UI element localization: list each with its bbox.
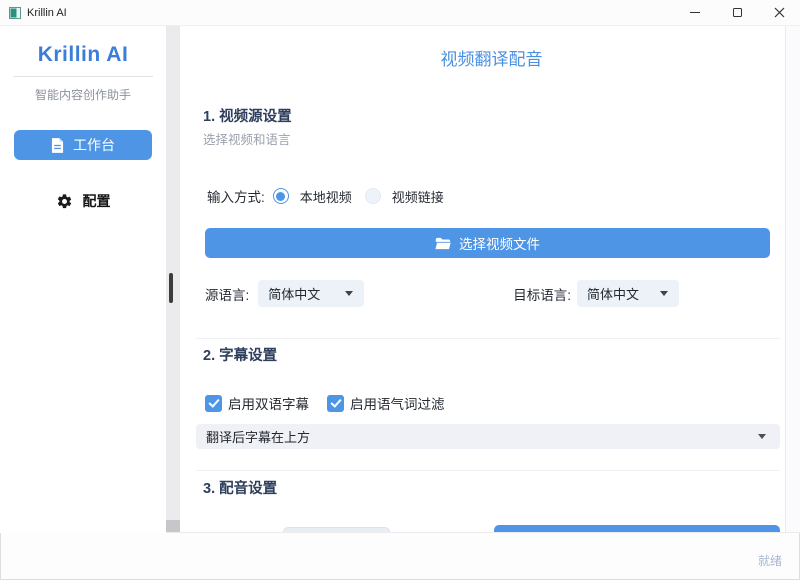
radio-label: 视频链接	[392, 187, 444, 206]
checkbox-bilingual-subtitles[interactable]: 启用双语字幕	[205, 393, 309, 413]
sidebar-item-label: 配置	[83, 191, 111, 211]
select-video-file-button[interactable]: 选择视频文件	[205, 228, 770, 258]
main-panel: 视频翻译配音 1. 视频源设置 选择视频和语言 输入方式: 本地视频 视频链接	[180, 26, 800, 533]
checkbox-checked-icon	[205, 395, 222, 412]
minimize-icon	[690, 12, 700, 13]
window-title: Krillin AI	[27, 7, 67, 19]
language-row: 源语言: 简体中文 目标语言: 简体中文	[205, 280, 780, 307]
splitter-handle[interactable]	[169, 273, 173, 303]
titlebar: Krillin AI	[0, 0, 800, 26]
sidebar-item-label: 工作台	[73, 135, 115, 155]
section2-title: 2. 字幕设置	[203, 347, 780, 366]
input-method-row: 输入方式: 本地视频 视频链接	[207, 186, 780, 206]
radio-selected-icon	[273, 188, 289, 204]
chevron-down-icon	[758, 434, 766, 439]
input-method-label: 输入方式:	[207, 186, 265, 206]
chevron-down-icon	[345, 291, 353, 296]
source-language-value: 简体中文	[268, 284, 320, 303]
section-divider	[196, 470, 780, 471]
source-language-select[interactable]: 简体中文	[258, 280, 364, 307]
primary-action-button-clipped[interactable]	[494, 525, 780, 533]
sidebar-item-config[interactable]: 配置	[0, 191, 166, 211]
main-content: 视频翻译配音 1. 视频源设置 选择视频和语言 输入方式: 本地视频 视频链接	[203, 26, 780, 499]
gear-icon	[56, 193, 73, 210]
window-controls	[674, 0, 800, 25]
dubbing-option-control-clipped[interactable]	[283, 527, 390, 533]
minimize-button[interactable]	[674, 0, 716, 25]
target-language-select[interactable]: 简体中文	[577, 280, 679, 307]
checkbox-filler-words-filter[interactable]: 启用语气词过滤	[327, 393, 445, 413]
subtitle-position-select[interactable]: 翻译后字幕在上方	[196, 424, 780, 449]
subtitle-position-value: 翻译后字幕在上方	[206, 427, 310, 446]
brand-divider	[13, 76, 153, 77]
gutter-scroll-corner	[166, 520, 180, 532]
section1-title: 1. 视频源设置	[203, 108, 780, 127]
radio-label: 本地视频	[300, 187, 352, 206]
target-language-label: 目标语言:	[513, 284, 571, 304]
checkbox-checked-icon	[327, 395, 344, 412]
sidebar-item-workbench[interactable]: 工作台	[14, 130, 152, 160]
checkbox-label: 启用语气词过滤	[350, 393, 445, 413]
radio-video-link[interactable]: 视频链接	[365, 187, 444, 206]
checkbox-label: 启用双语字幕	[228, 393, 309, 413]
radio-local-video[interactable]: 本地视频	[273, 187, 352, 206]
maximize-button[interactable]	[716, 0, 758, 25]
section-divider	[196, 338, 780, 339]
source-language-label: 源语言:	[205, 284, 249, 304]
vertical-scrollbar[interactable]	[785, 26, 800, 532]
close-button[interactable]	[758, 0, 800, 25]
maximize-icon	[733, 8, 742, 17]
brand-title: Krillin AI	[0, 43, 166, 67]
app-window: Krillin AI Krillin AI 智能内容创作助手 工作台	[0, 0, 800, 580]
chevron-down-icon	[660, 291, 668, 296]
select-video-file-label: 选择视频文件	[459, 233, 540, 253]
document-icon	[51, 138, 64, 153]
sidebar: Krillin AI 智能内容创作助手 工作台 配置	[0, 26, 166, 533]
page-title: 视频翻译配音	[203, 48, 780, 72]
brand-tagline: 智能内容创作助手	[0, 86, 166, 103]
section3-title: 3. 配音设置	[203, 480, 780, 499]
folder-icon	[435, 237, 451, 250]
subtitle-options-row: 启用双语字幕 启用语气词过滤	[205, 394, 780, 412]
radio-unselected-icon	[365, 188, 381, 204]
target-language-value: 简体中文	[587, 284, 639, 303]
app-logo-icon	[9, 7, 21, 19]
section1-subtitle: 选择视频和语言	[203, 133, 780, 148]
close-icon	[774, 7, 785, 18]
status-ready-text: 就绪	[758, 552, 782, 569]
